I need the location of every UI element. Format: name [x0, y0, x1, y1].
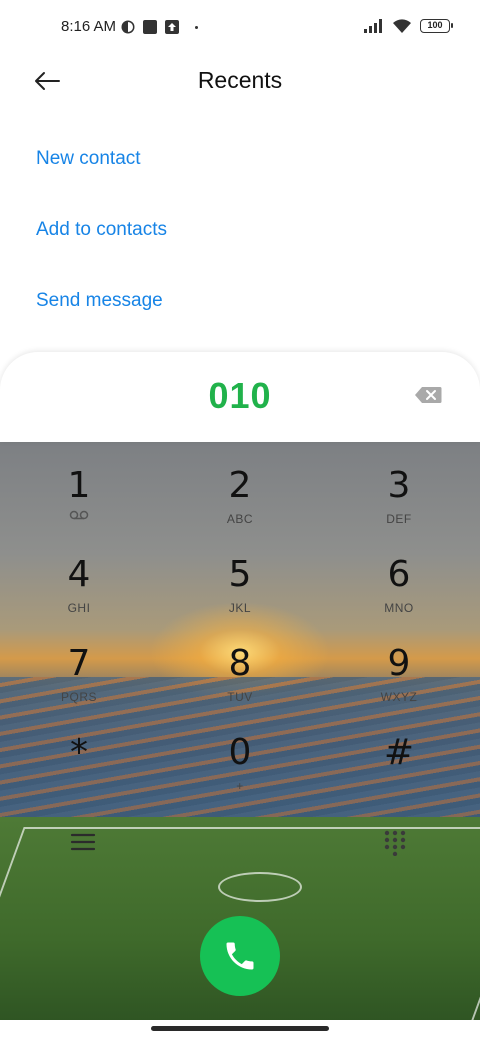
status-bar: 8:16 AM 100 [0, 0, 480, 56]
more-notifications-dot-icon [195, 25, 198, 29]
backspace-icon [415, 387, 442, 403]
key-letters: WXYZ [380, 690, 418, 704]
upload-notification-icon [165, 20, 179, 34]
center-circle [218, 872, 302, 902]
key-digit: 4 [67, 554, 91, 595]
dialed-number: 010 [208, 375, 272, 416]
key-digit: 0 [228, 732, 252, 773]
battery-icon: 100 [420, 19, 453, 33]
call-button[interactable] [200, 916, 280, 996]
key-1[interactable]: 1 [29, 466, 129, 546]
key-4[interactable]: 4 GHI [29, 555, 129, 635]
key-8[interactable]: 8 TUV [190, 644, 290, 724]
wifi-icon [393, 19, 411, 33]
key-star[interactable]: * [29, 733, 129, 813]
key-letters: MNO [384, 601, 414, 615]
backspace-button[interactable] [414, 386, 442, 404]
square-notification-icon [143, 20, 157, 34]
key-3[interactable]: 3 DEF [349, 466, 449, 546]
key-digit: 1 [67, 465, 91, 506]
key-letters: DEF [386, 512, 412, 526]
header: Recents [0, 56, 480, 108]
key-hash[interactable]: # [349, 733, 449, 813]
add-to-contacts-link[interactable]: Add to contacts [36, 219, 167, 241]
key-digit: 5 [228, 554, 252, 595]
key-digit: * [70, 732, 88, 773]
key-letters: JKL [228, 601, 252, 615]
key-6[interactable]: 6 MNO [349, 555, 449, 635]
key-letters: TUV [227, 690, 253, 704]
key-7[interactable]: 7 PQRS [29, 644, 129, 724]
key-digit: 8 [228, 643, 252, 684]
signal-icon [364, 19, 382, 33]
key-digit: 3 [387, 465, 411, 506]
key-digit: 6 [387, 554, 411, 595]
key-digit: 2 [228, 465, 252, 506]
new-contact-link[interactable]: New contact [36, 148, 141, 170]
voicemail-icon [69, 510, 89, 520]
key-digit: 7 [67, 643, 91, 684]
page-title: Recents [197, 67, 283, 93]
notification-icons [121, 20, 198, 34]
key-digit: 9 [387, 643, 411, 684]
menu-icon[interactable] [70, 832, 96, 852]
home-gesture-bar[interactable] [151, 1026, 329, 1031]
phone-icon [226, 942, 254, 970]
dialpad-toggle-icon[interactable] [384, 830, 406, 856]
key-letters: GHI [67, 601, 91, 615]
key-letters: + [236, 779, 244, 793]
app-notification-icon [121, 20, 135, 34]
key-letters: ABC [226, 512, 254, 526]
key-2[interactable]: 2 ABC [190, 466, 290, 546]
send-message-link[interactable]: Send message [36, 290, 163, 312]
status-time: 8:16 AM [61, 18, 117, 35]
key-5[interactable]: 5 JKL [190, 555, 290, 635]
key-0[interactable]: 0 + [190, 733, 290, 813]
key-9[interactable]: 9 WXYZ [349, 644, 449, 724]
key-digit: # [383, 732, 415, 773]
system-icons: 100 [364, 18, 453, 34]
key-letters: PQRS [60, 690, 97, 704]
